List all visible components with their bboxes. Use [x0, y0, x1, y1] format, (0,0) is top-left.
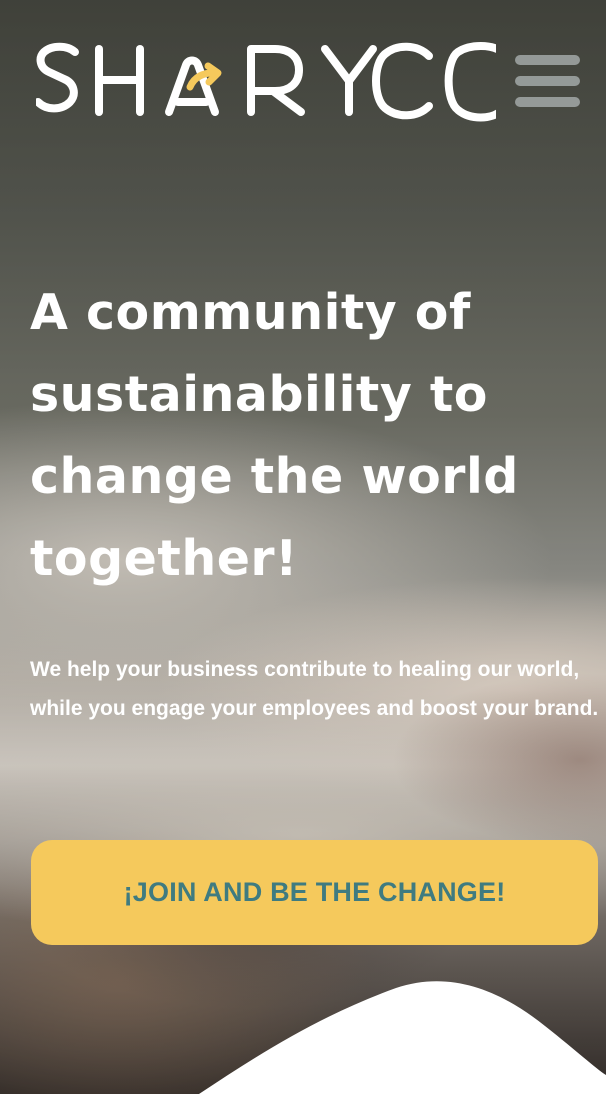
hero-content: A community of sustainability to change …: [30, 272, 590, 600]
hero-subtext: We help your business contribute to heal…: [30, 658, 599, 720]
site-header: [0, 0, 606, 140]
brand-logo[interactable]: [36, 42, 496, 124]
menu-bar-bottom: [515, 97, 580, 107]
hero-headline: A community of sustainability to change …: [30, 284, 519, 587]
hamburger-menu-button[interactable]: [515, 55, 580, 108]
join-cta-button[interactable]: ¡JOIN AND BE THE CHANGE!: [31, 840, 598, 945]
menu-bar-top: [515, 55, 580, 65]
bottom-wave-divider: [0, 980, 606, 1094]
menu-bar-middle: [515, 76, 580, 86]
